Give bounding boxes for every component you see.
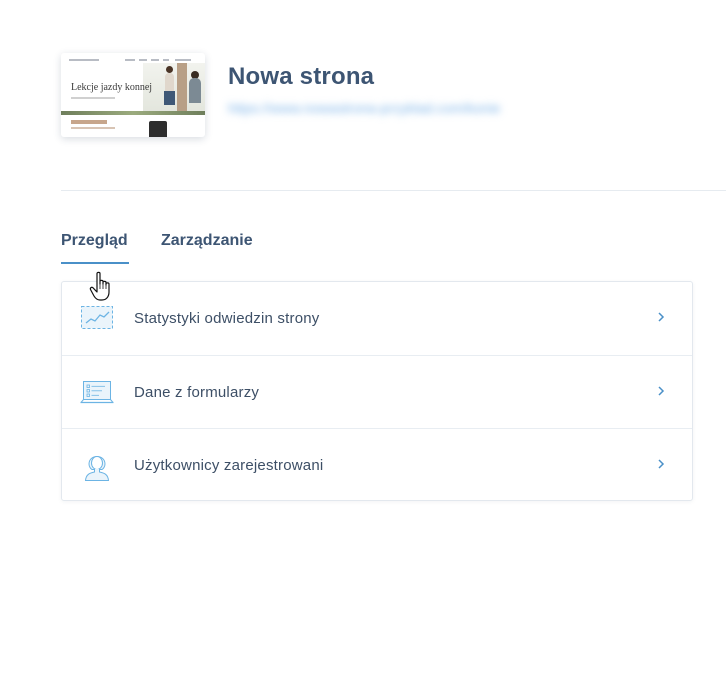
header-divider — [61, 190, 726, 191]
menu-item-form-data[interactable]: Dane z formularzy — [62, 355, 692, 428]
chevron-right-icon — [658, 459, 665, 469]
menu-item-label: Użytkownicy zarejestrowani — [134, 457, 324, 474]
page-title: Nowa strona — [228, 63, 375, 90]
thumbnail-grass — [61, 111, 205, 115]
tab-management[interactable]: Zarządzanie — [161, 232, 253, 262]
stats-chart-icon — [81, 306, 113, 329]
thumbnail-section-title — [71, 120, 107, 124]
menu-item-label: Dane z formularzy — [134, 384, 260, 401]
user-icon — [84, 456, 110, 481]
thumbnail-section-sub — [71, 127, 115, 129]
overview-menu-card: Statystyki odwiedzin strony Dane z formu… — [61, 281, 693, 501]
form-laptop-icon — [80, 381, 114, 404]
menu-item-stats[interactable]: Statystyki odwiedzin strony — [62, 282, 692, 354]
thumbnail-photo — [143, 63, 205, 115]
menu-item-label: Statystyki odwiedzin strony — [134, 310, 320, 327]
tab-overview[interactable]: Przegląd — [61, 232, 129, 264]
thumbnail-hero-text: Lekcje jazdy konnej — [71, 82, 153, 93]
site-url-blurred[interactable]: https://www.nowastrona-przyklad.com/koni… — [228, 100, 500, 116]
thumbnail-hero-subline — [71, 97, 115, 99]
chevron-right-icon — [658, 386, 665, 396]
menu-item-registered-users[interactable]: Użytkownicy zarejestrowani — [62, 428, 692, 501]
site-thumbnail[interactable]: Lekcje jazdy konnej — [61, 53, 205, 137]
chevron-right-icon — [658, 312, 665, 322]
thumbnail-small-photo — [149, 121, 167, 137]
thumbnail-nav — [69, 59, 197, 62]
